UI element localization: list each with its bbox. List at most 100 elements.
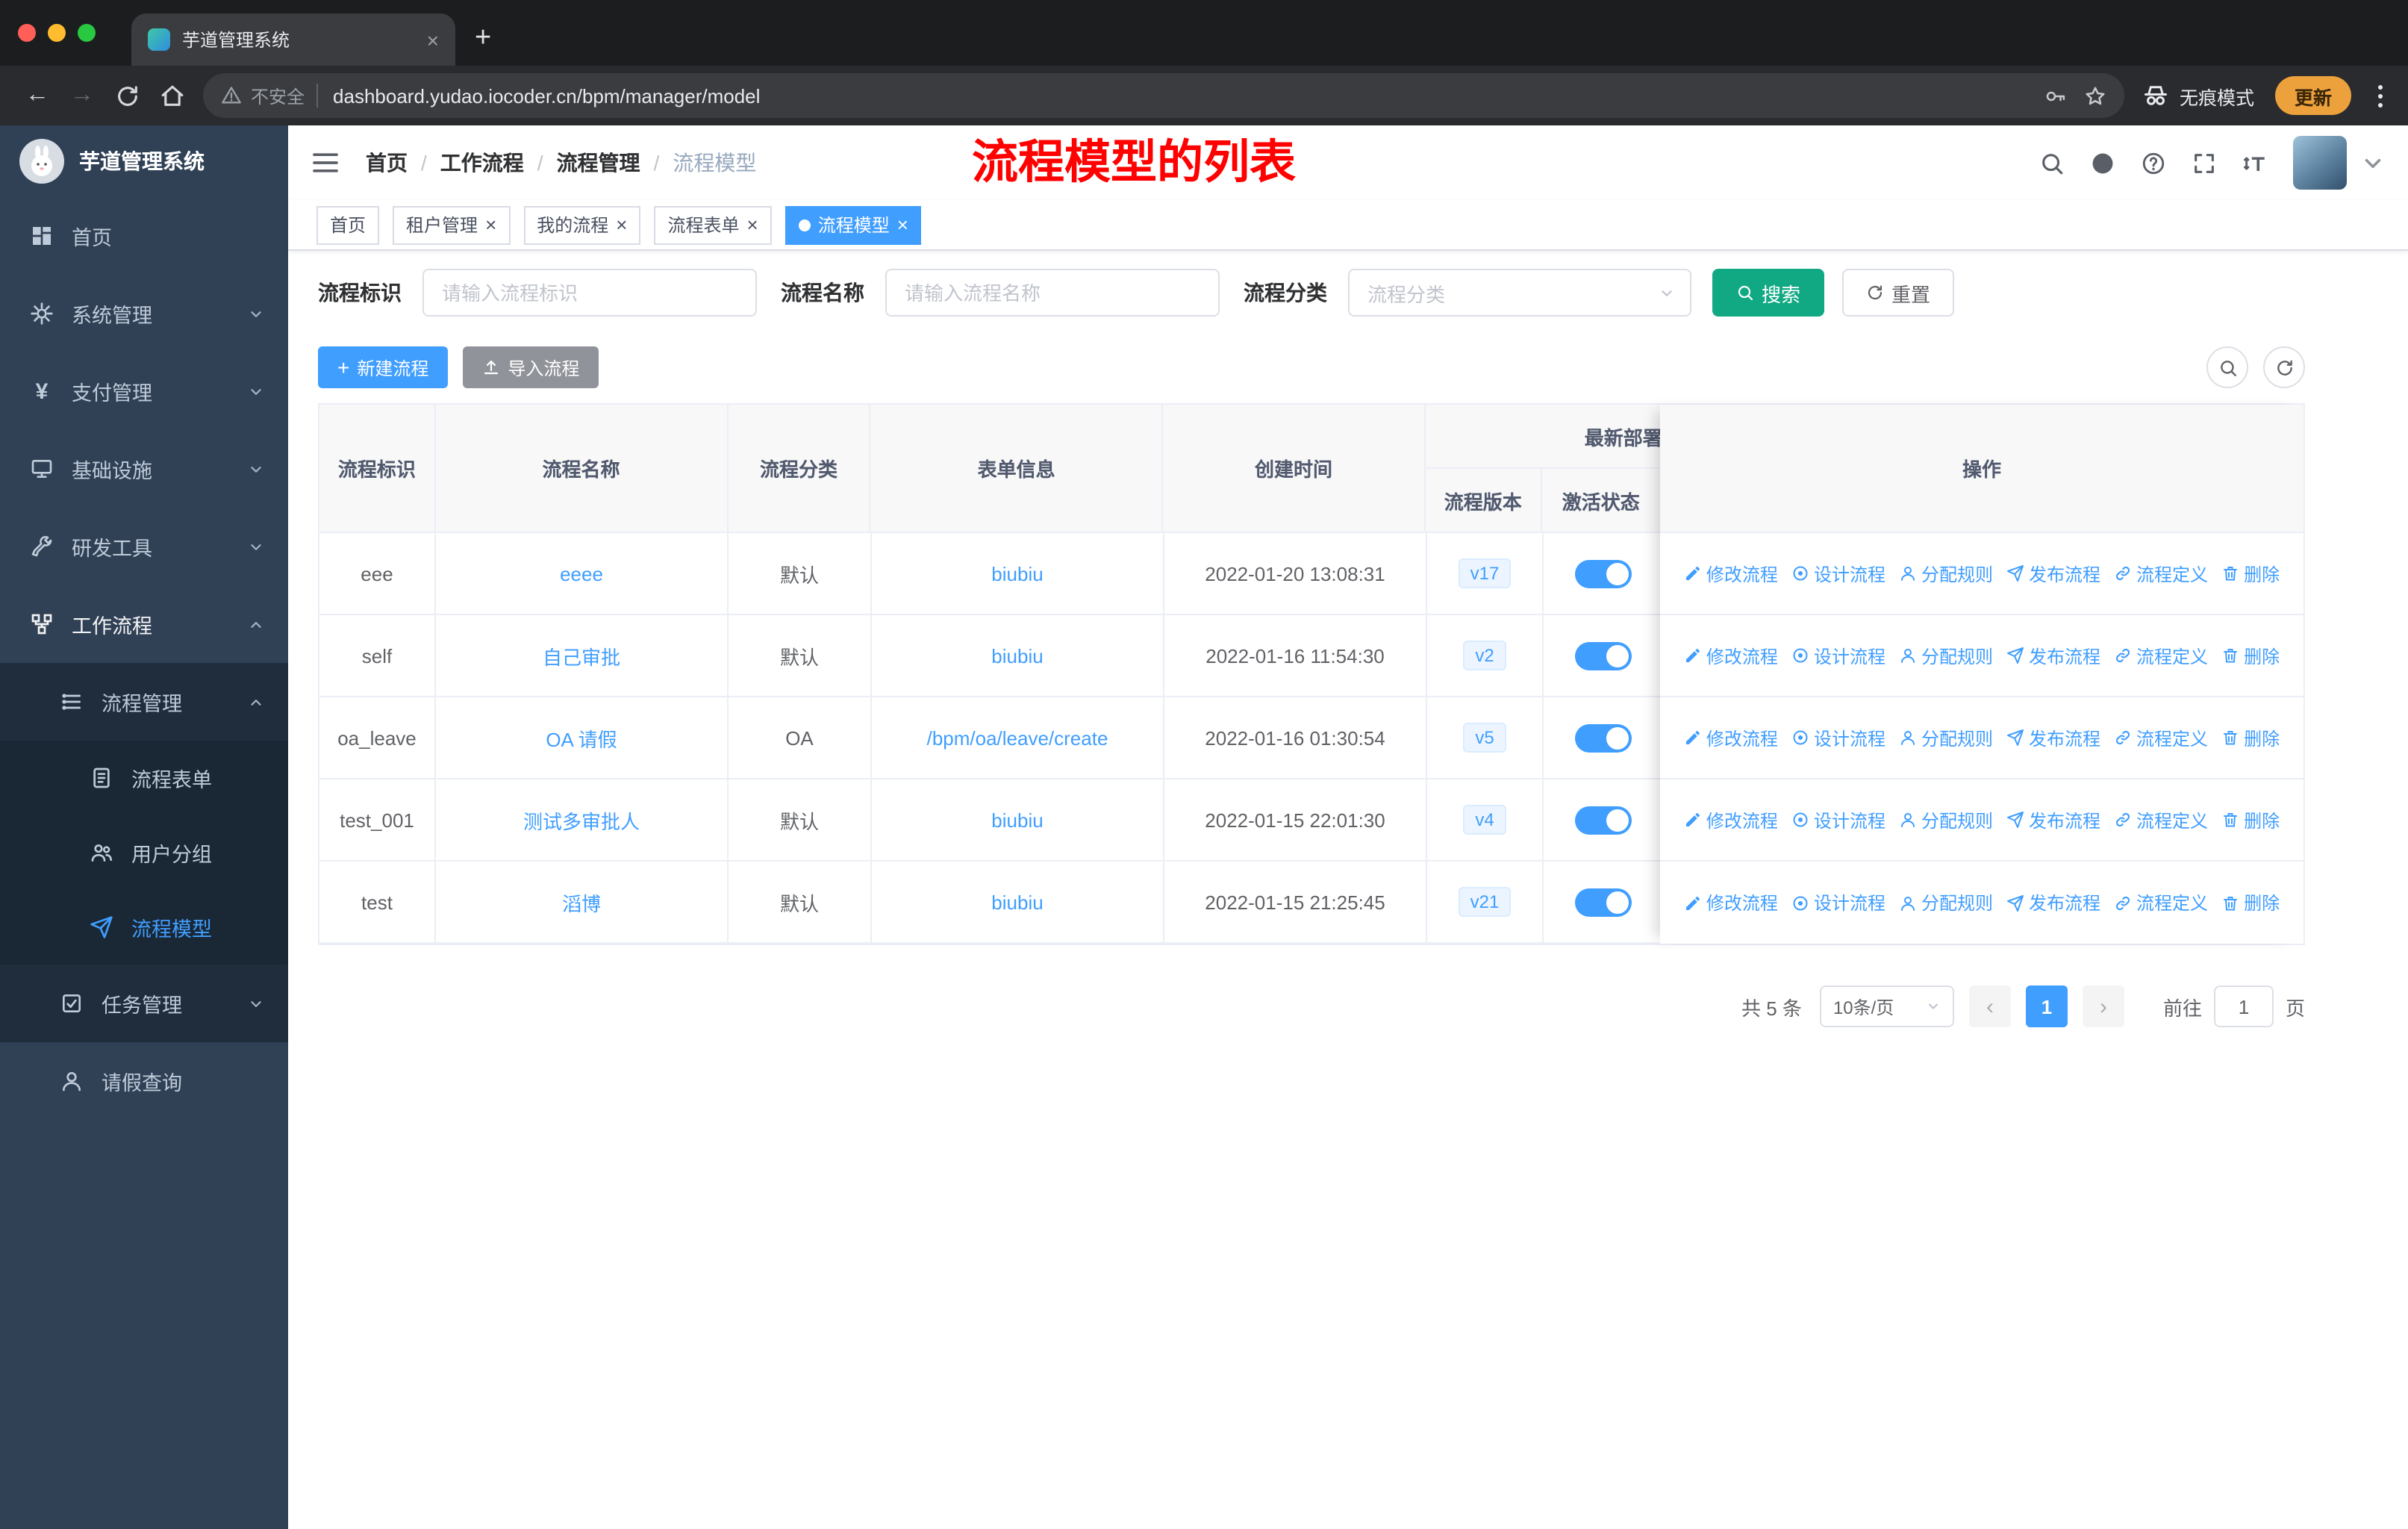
page-size-select[interactable]: 10条/页: [1819, 985, 1954, 1027]
new-tab-button[interactable]: +: [475, 22, 491, 55]
op-modify-link[interactable]: 修改流程: [1684, 807, 1778, 832]
process-id-input[interactable]: [422, 269, 757, 317]
version-badge[interactable]: v2: [1463, 640, 1506, 671]
close-window-button[interactable]: [18, 24, 36, 42]
sidebar-item-home[interactable]: 首页: [0, 197, 288, 275]
breadcrumb-workflow[interactable]: 工作流程: [440, 148, 524, 178]
op-modify-link[interactable]: 修改流程: [1684, 561, 1778, 586]
op-design-link[interactable]: 设计流程: [1791, 890, 1885, 915]
tag-home[interactable]: 首页: [316, 205, 380, 244]
font-size-icon[interactable]: [2242, 150, 2268, 175]
search-icon[interactable]: [2039, 150, 2065, 175]
search-button[interactable]: 搜索: [1712, 269, 1825, 317]
op-assign-rule-link[interactable]: 分配规则: [1899, 561, 1993, 586]
create-process-button[interactable]: + 新建流程: [318, 346, 449, 388]
close-icon[interactable]: ×: [616, 215, 627, 234]
tab-close-icon[interactable]: ×: [422, 29, 443, 50]
tag-process-form[interactable]: 流程表单 ×: [654, 205, 772, 244]
close-icon[interactable]: ×: [485, 215, 496, 234]
collapse-menu-icon[interactable]: [311, 148, 340, 178]
process-name-input[interactable]: [885, 269, 1220, 317]
sidebar-item-process-model[interactable]: 流程模型: [0, 890, 288, 965]
op-design-link[interactable]: 设计流程: [1791, 643, 1885, 668]
form-info-link[interactable]: /bpm/oa/leave/create: [927, 726, 1108, 749]
sidebar-item-devtools[interactable]: 研发工具: [0, 508, 288, 585]
prev-page-button[interactable]: ‹: [1968, 985, 2011, 1027]
version-badge[interactable]: v5: [1463, 722, 1506, 753]
form-info-link[interactable]: biubiu: [991, 809, 1043, 831]
version-badge[interactable]: v4: [1463, 804, 1506, 835]
user-avatar[interactable]: [2293, 136, 2347, 190]
op-assign-rule-link[interactable]: 分配规则: [1899, 725, 1993, 750]
sidebar-item-user-group[interactable]: 用户分组: [0, 815, 288, 890]
minimize-window-button[interactable]: [48, 24, 66, 42]
next-page-button[interactable]: ›: [2082, 985, 2124, 1027]
help-icon[interactable]: [2141, 150, 2166, 175]
op-modify-link[interactable]: 修改流程: [1684, 643, 1778, 668]
op-delete-link[interactable]: 删除: [2221, 807, 2280, 832]
op-delete-link[interactable]: 删除: [2221, 643, 2280, 668]
reset-button[interactable]: 重置: [1842, 269, 1955, 317]
op-definition-link[interactable]: 流程定义: [2114, 890, 2208, 915]
process-name-link[interactable]: 滔博: [562, 888, 601, 916]
active-toggle[interactable]: [1574, 559, 1631, 588]
op-definition-link[interactable]: 流程定义: [2114, 643, 2208, 668]
op-modify-link[interactable]: 修改流程: [1684, 725, 1778, 750]
reload-button[interactable]: [106, 75, 148, 116]
op-definition-link[interactable]: 流程定义: [2114, 725, 2208, 750]
op-delete-link[interactable]: 删除: [2221, 725, 2280, 750]
op-publish-link[interactable]: 发布流程: [2006, 807, 2100, 832]
active-toggle[interactable]: [1574, 806, 1631, 834]
version-badge[interactable]: v17: [1458, 558, 1512, 589]
form-info-link[interactable]: biubiu: [991, 562, 1043, 585]
sidebar-item-infra[interactable]: 基础设施: [0, 430, 288, 508]
import-process-button[interactable]: 导入流程: [463, 346, 599, 388]
category-select[interactable]: 流程分类: [1348, 269, 1691, 317]
browser-update-button[interactable]: 更新: [2274, 76, 2351, 115]
browser-menu-button[interactable]: [2366, 78, 2393, 113]
version-badge[interactable]: v21: [1458, 886, 1512, 918]
zoom-window-button[interactable]: [78, 24, 96, 42]
password-key-icon[interactable]: [2044, 84, 2066, 107]
op-publish-link[interactable]: 发布流程: [2006, 890, 2100, 915]
security-label[interactable]: 不安全: [251, 83, 305, 108]
op-design-link[interactable]: 设计流程: [1791, 725, 1885, 750]
op-publish-link[interactable]: 发布流程: [2006, 643, 2100, 668]
op-publish-link[interactable]: 发布流程: [2006, 561, 2100, 586]
bookmark-star-icon[interactable]: [2084, 84, 2106, 107]
op-delete-link[interactable]: 删除: [2221, 890, 2280, 915]
op-publish-link[interactable]: 发布流程: [2006, 725, 2100, 750]
op-assign-rule-link[interactable]: 分配规则: [1899, 643, 1993, 668]
tag-my-process[interactable]: 我的流程 ×: [523, 205, 641, 244]
home-button[interactable]: [151, 75, 193, 116]
op-design-link[interactable]: 设计流程: [1791, 561, 1885, 586]
process-name-link[interactable]: 测试多审批人: [523, 806, 640, 834]
sidebar-item-task-mgmt[interactable]: 任务管理: [0, 965, 288, 1042]
op-modify-link[interactable]: 修改流程: [1684, 890, 1778, 915]
browser-tab[interactable]: 芋道管理系统 ×: [131, 13, 455, 66]
toggle-search-button[interactable]: [2206, 346, 2248, 388]
goto-page-input[interactable]: [2213, 985, 2274, 1027]
form-info-link[interactable]: biubiu: [991, 644, 1043, 667]
process-name-link[interactable]: 自己审批: [543, 641, 620, 670]
tag-tenant[interactable]: 租户管理 ×: [393, 205, 511, 244]
op-assign-rule-link[interactable]: 分配规则: [1899, 890, 1993, 915]
address-bar[interactable]: 不安全 dashboard.yudao.iocoder.cn/bpm/manag…: [203, 73, 2124, 118]
back-button[interactable]: ←: [16, 75, 58, 116]
active-toggle[interactable]: [1574, 723, 1631, 752]
page-1-button[interactable]: 1: [2025, 985, 2068, 1027]
github-icon[interactable]: [2090, 150, 2115, 175]
fullscreen-icon[interactable]: [2192, 150, 2217, 175]
active-toggle[interactable]: [1574, 641, 1631, 670]
sidebar-item-leave-query[interactable]: 请假查询: [0, 1042, 288, 1120]
form-info-link[interactable]: biubiu: [991, 891, 1043, 913]
sidebar-item-payment[interactable]: ¥ 支付管理: [0, 352, 288, 430]
sidebar-item-system[interactable]: 系统管理: [0, 275, 288, 352]
process-name-link[interactable]: OA 请假: [546, 723, 617, 752]
refresh-table-button[interactable]: [2263, 346, 2305, 388]
breadcrumb-process-mgmt[interactable]: 流程管理: [557, 148, 640, 178]
forward-button[interactable]: →: [61, 75, 103, 116]
op-assign-rule-link[interactable]: 分配规则: [1899, 807, 1993, 832]
breadcrumb-home[interactable]: 首页: [366, 148, 408, 178]
close-icon[interactable]: ×: [897, 215, 908, 234]
